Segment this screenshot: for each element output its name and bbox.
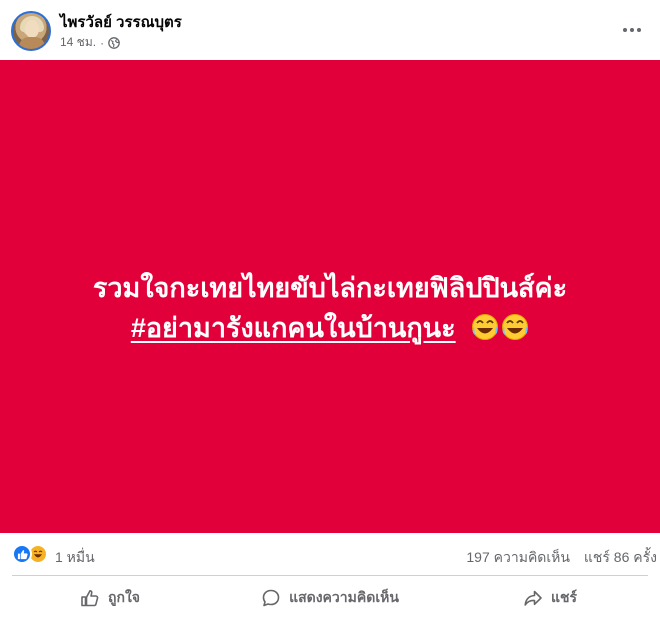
comment-button[interactable]: แสดงความคิดเห็น: [220, 580, 440, 616]
reaction-icons[interactable]: [12, 544, 48, 564]
share-arrow-icon: [524, 590, 542, 606]
post-image[interactable]: รวมใจกะเทยไทยขับไล่กะเทยฟิลิปปินส์ค่ะ #อ…: [0, 60, 660, 533]
comment-count[interactable]: 197 ความคิดเห็น: [466, 549, 570, 565]
meta-separator: ·: [100, 35, 105, 50]
post-time[interactable]: 14 ชม.: [60, 33, 96, 52]
post-text-line1: รวมใจกะเทยไทยขับไล่กะเทยฟิลิปปินส์ค่ะ: [92, 273, 568, 303]
share-count[interactable]: แชร์ 86 ครั้ง: [584, 549, 657, 565]
post-meta: 14 ชม. ·: [60, 33, 120, 52]
laughing-emoji-icon: [471, 313, 529, 348]
reaction-count[interactable]: 1 หมื่น: [55, 547, 95, 569]
author-avatar[interactable]: [11, 11, 51, 51]
like-reaction-icon: [12, 544, 32, 564]
engagement-summary: 197 ความคิดเห็น แชร์ 86 ครั้ง: [466, 547, 657, 569]
facebook-post-card: ไพรวัลย์ วรรณบุตร 14 ชม. · รวมใจกะเทยไทย…: [0, 0, 660, 618]
thumbs-up-icon: [81, 590, 99, 607]
action-divider: [12, 575, 648, 576]
share-label: แชร์: [550, 589, 578, 605]
globe-icon[interactable]: [108, 36, 120, 49]
like-label: ถูกใจ: [108, 589, 140, 605]
post-text-line2: #อย่ามารังแกคนในบ้านกูนะ: [0, 306, 660, 349]
share-button[interactable]: แชร์: [440, 580, 660, 616]
comment-bubble-icon: [262, 589, 280, 607]
like-button[interactable]: ถูกใจ: [0, 580, 220, 616]
comment-label: แสดงความคิดเห็น: [289, 589, 399, 605]
more-horizontal-icon[interactable]: [620, 18, 644, 42]
post-actions: ถูกใจ แสดงความคิดเห็น แชร์: [0, 580, 660, 616]
post-header: ไพรวัลย์ วรรณบุตร 14 ชม. ·: [0, 0, 660, 60]
hashtag-link[interactable]: #อย่ามารังแกคนในบ้านกูนะ: [131, 313, 456, 343]
author-name[interactable]: ไพรวัลย์ วรรณบุตร: [60, 10, 182, 34]
reactions-bar: 1 หมื่น 197 ความคิดเห็น แชร์ 86 ครั้ง: [0, 541, 660, 567]
